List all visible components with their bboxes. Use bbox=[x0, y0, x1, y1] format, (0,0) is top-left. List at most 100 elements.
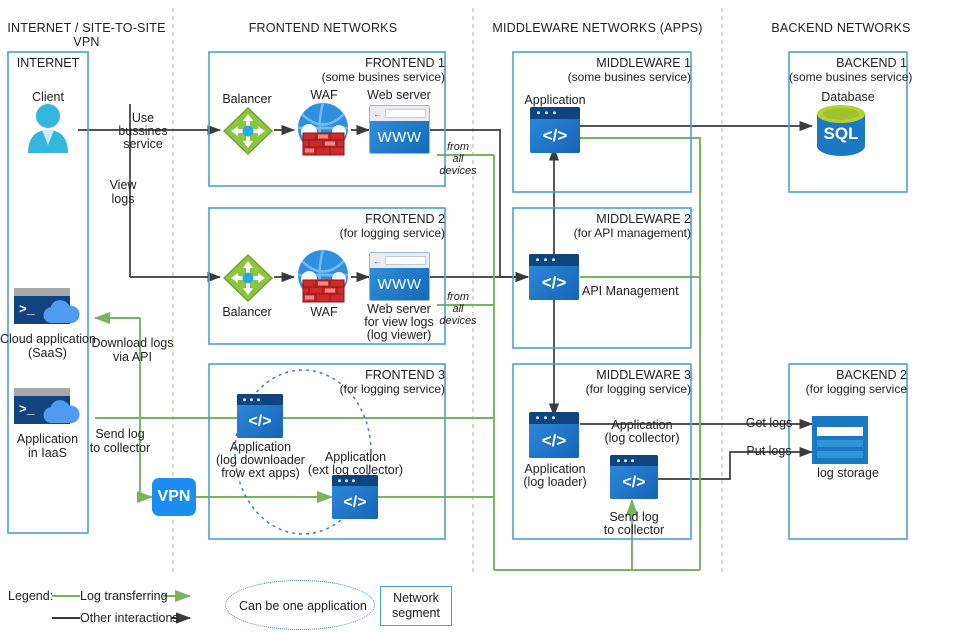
webserver2-www-text: WWW bbox=[370, 268, 429, 300]
segment-label-backend1-name: BACKEND 1 bbox=[836, 56, 907, 70]
client-label: Client bbox=[32, 90, 64, 104]
app-code-glyph-2: </> bbox=[332, 486, 378, 519]
legend-network-segment-line1: Network bbox=[393, 591, 439, 605]
mw1-app-label: Application bbox=[524, 93, 586, 107]
segment-label-frontend1: FRONTEND 1 (some busines service) bbox=[209, 56, 445, 84]
edge-label-download-logs-2: via API bbox=[113, 350, 152, 364]
mw3-log-loader-label-1: Application bbox=[524, 462, 586, 476]
log-storage-label: log storage bbox=[817, 466, 879, 480]
edge-label-send-log-collector-1: Send log bbox=[95, 427, 145, 441]
segment-label-frontend3: FRONTEND 3 (for logging service) bbox=[209, 368, 445, 396]
database-label: Database bbox=[821, 90, 875, 104]
edge-label-download-logs-1: Download logs bbox=[91, 336, 174, 350]
mw3-send-log-label-2: to collector bbox=[603, 523, 665, 537]
mw2-api-management-label: API Management bbox=[582, 284, 679, 298]
cloud-saas-cloud-icon bbox=[43, 300, 80, 323]
mw3-log-collector-icon: </> bbox=[610, 455, 658, 499]
app-code-glyph-6: </> bbox=[610, 466, 658, 499]
balancer2-icon bbox=[222, 254, 274, 302]
back-arrow-icon: ← bbox=[373, 108, 382, 119]
segment-label-middleware1-name: MIDDLEWARE 1 bbox=[596, 56, 691, 70]
edge-label-view-logs-1: View bbox=[109, 178, 137, 192]
webserver1-www-text: WWW bbox=[370, 121, 429, 153]
waf2-label: WAF bbox=[310, 305, 338, 319]
app-code-glyph-5: </> bbox=[529, 423, 579, 458]
app-iaas-cloud-icon bbox=[43, 400, 80, 423]
zone-title-backend: BACKEND NETWORKS bbox=[771, 21, 911, 35]
client-icon bbox=[28, 104, 68, 153]
app-ext-collector-icon: </> bbox=[332, 475, 378, 519]
segment-label-middleware3-sub: (for logging service) bbox=[585, 382, 691, 396]
mw2-api-management-icon: </> bbox=[529, 254, 579, 300]
from-all-devices-1-line2: all bbox=[452, 153, 464, 165]
segment-label-middleware2: MIDDLEWARE 2 (for API management) bbox=[513, 212, 691, 240]
segment-label-middleware1: MIDDLEWARE 1 (some busines service) bbox=[513, 56, 691, 84]
edge-label-put-logs: Put logs bbox=[746, 444, 792, 458]
app-code-glyph-4: </> bbox=[529, 265, 579, 300]
database-sql-text: SQL bbox=[824, 124, 859, 143]
log-storage-icon bbox=[812, 416, 868, 464]
segment-label-backend1: BACKEND 1 (some busines service) bbox=[789, 56, 913, 84]
from-all-devices-1-line1: from bbox=[447, 141, 469, 153]
from-all-devices-1-line3: devices bbox=[439, 165, 477, 177]
mw3-send-log-label-1: Send log bbox=[609, 510, 659, 524]
edge-label-view-logs-2: logs bbox=[111, 192, 135, 206]
segment-label-frontend3-name: FRONTEND 3 bbox=[365, 368, 445, 382]
legend-log-transferring: Log transferring bbox=[80, 589, 168, 603]
segment-label-middleware2-name: MIDDLEWARE 2 bbox=[596, 212, 691, 226]
segment-label-frontend2-sub: (for logging service) bbox=[339, 226, 445, 240]
balancer2-label: Balancer bbox=[222, 305, 272, 319]
back-arrow-icon-2: ← bbox=[373, 255, 382, 266]
zone-title-internet: INTERNET / SITE-TO-SITE VPN bbox=[7, 21, 166, 49]
waf1-icon bbox=[298, 102, 348, 156]
segment-label-backend2-name: BACKEND 2 bbox=[836, 368, 907, 382]
segment-label-backend2: BACKEND 2 (for logging service bbox=[789, 368, 907, 396]
legend-network-segment-line2: segment bbox=[392, 606, 440, 620]
balancer1-icon bbox=[222, 107, 274, 155]
webserver2-label-2: for view logs bbox=[364, 315, 434, 329]
vpn-node: VPN bbox=[152, 478, 196, 516]
zone-title-middleware: MIDDLEWARE NETWORKS (APPS) bbox=[492, 21, 703, 35]
mw1-application-icon: </> bbox=[530, 107, 580, 153]
database-icon: SQL bbox=[817, 105, 865, 156]
architecture-diagram: INTERNET / SITE-TO-SITE VPN FRONTEND NET… bbox=[0, 0, 960, 633]
segment-label-frontend2-name: FRONTEND 2 bbox=[365, 212, 445, 226]
segment-label-middleware3: MIDDLEWARE 3 (for logging service) bbox=[513, 368, 691, 396]
edge-label-use-business-1: Use bbox=[131, 111, 155, 125]
legend-can-be-one-application: Can be one application bbox=[239, 599, 367, 613]
webserver2-label-1: Web server bbox=[367, 302, 431, 316]
from-all-devices-2-line3: devices bbox=[439, 315, 477, 327]
from-all-devices-2-line1: from bbox=[447, 291, 469, 303]
mw3-log-loader-icon: </> bbox=[529, 412, 579, 458]
webserver1-label: Web server bbox=[367, 88, 431, 102]
edge-label-use-business-3: service bbox=[123, 137, 163, 151]
app-ext-collector-label-1: Application bbox=[324, 450, 387, 464]
from-all-devices-2-line2: all bbox=[452, 303, 464, 315]
segment-label-frontend2: FRONTEND 2 (for logging service) bbox=[209, 212, 445, 240]
edge-label-send-log-collector-2: to collector bbox=[89, 441, 151, 455]
app-log-downloader-icon: </> bbox=[237, 394, 283, 438]
segment-label-internet: INTERNET bbox=[16, 56, 80, 70]
waf2-icon bbox=[298, 249, 348, 303]
segment-label-frontend1-sub: (some busines service) bbox=[321, 70, 445, 84]
mw3-log-collector-label-2: (log collector) bbox=[604, 431, 680, 445]
segment-label-frontend1-name: FRONTEND 1 bbox=[365, 56, 445, 70]
mw3-log-collector-label-1: Application bbox=[611, 418, 673, 432]
legend-network-segment-box: Network segment bbox=[380, 586, 452, 626]
segment-label-backend2-sub: (for logging service bbox=[805, 382, 907, 396]
edge-label-get-logs: Get logs bbox=[745, 416, 793, 430]
app-code-glyph: </> bbox=[237, 405, 283, 438]
webserver2-label-3: (log viewer) bbox=[366, 328, 432, 342]
app-code-glyph-3: </> bbox=[530, 118, 580, 153]
legend-title: Legend: bbox=[8, 589, 54, 603]
legend-other-interactions: Other interactions bbox=[80, 611, 179, 625]
waf1-label: WAF bbox=[310, 88, 338, 102]
webserver2-icon: ← WWW bbox=[369, 252, 430, 301]
segment-label-backend1-sub: (some busines service) bbox=[789, 70, 913, 84]
segment-label-middleware2-sub: (for API management) bbox=[573, 226, 691, 240]
mw3-log-loader-label-2: (log loader) bbox=[523, 475, 587, 489]
zone-title-frontend: FRONTEND NETWORKS bbox=[248, 21, 398, 35]
balancer1-label: Balancer bbox=[222, 92, 272, 106]
app-ext-collector-label-2: (ext log collector) bbox=[307, 463, 404, 477]
edge-label-use-business-2: bussines bbox=[118, 124, 168, 138]
